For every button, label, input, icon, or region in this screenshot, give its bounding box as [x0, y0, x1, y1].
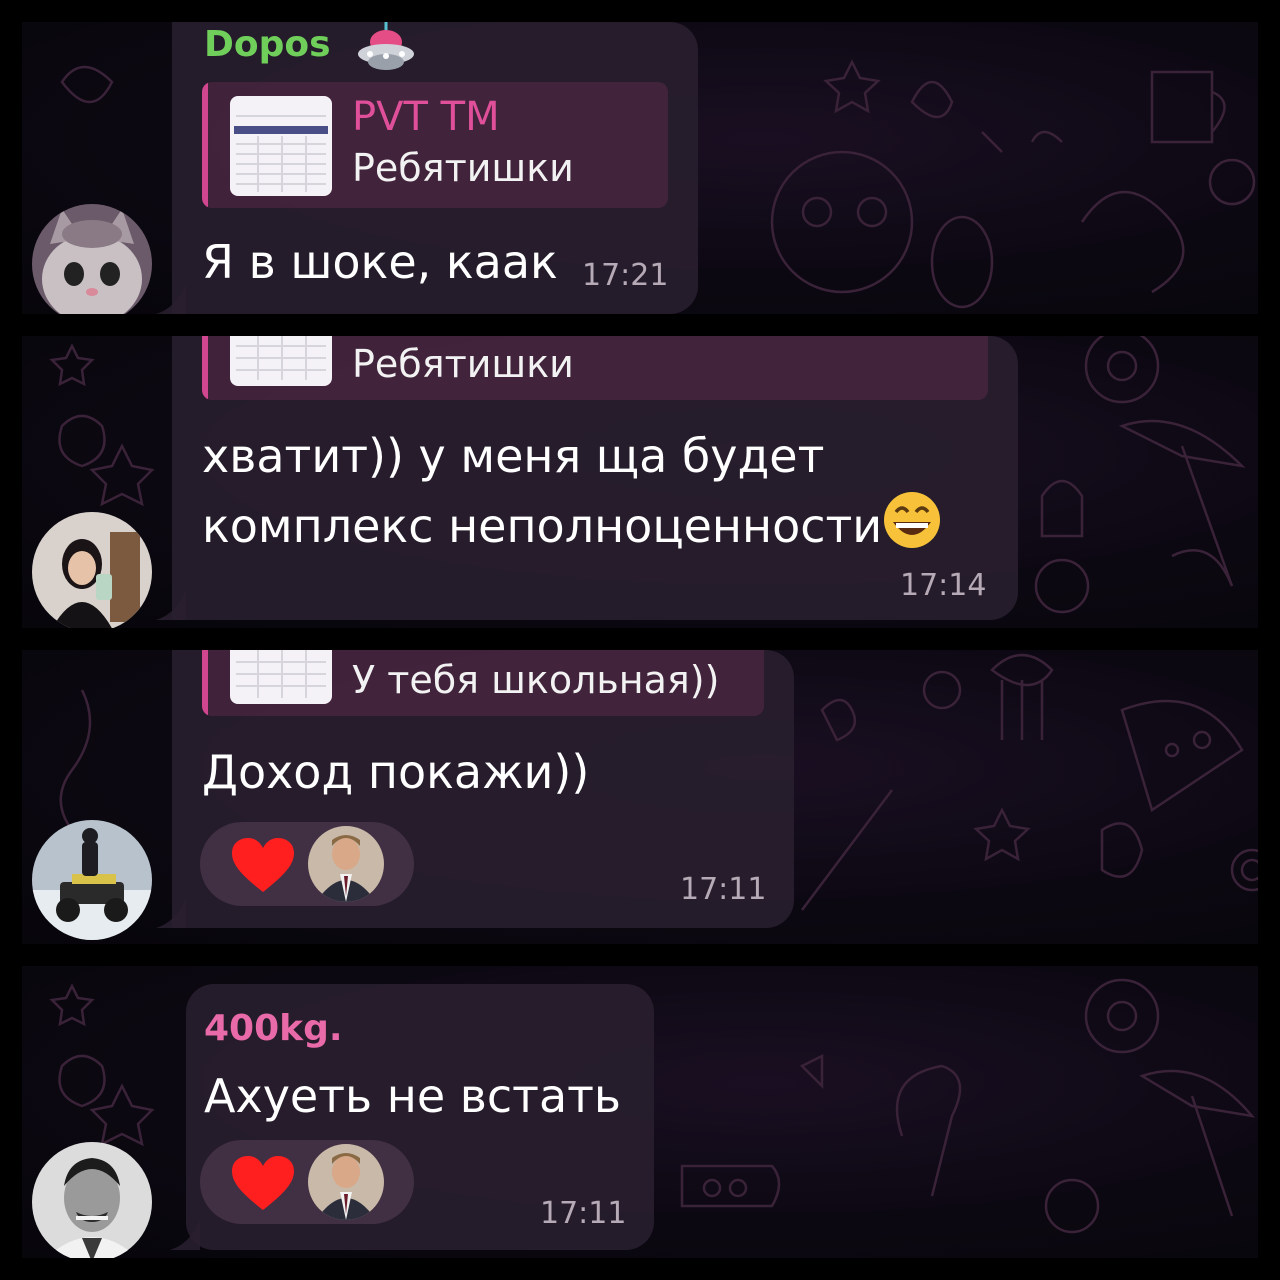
chat-panel-2: Ребятишки хватит)) у меня ща будет компл… [22, 336, 1258, 628]
bubble-tail [156, 284, 186, 314]
message-text: Я в шоке, каак [202, 235, 558, 289]
reply-preview[interactable]: Ребятишки [202, 336, 988, 400]
message-time: 17:14 [900, 568, 987, 603]
table-document-thumbnail [230, 650, 332, 704]
sender-name[interactable]: Dopos [204, 24, 331, 65]
message-text-line-2: комплекс неполноценности [202, 490, 942, 560]
reply-chat-title: PVT TM [352, 94, 500, 140]
kitten-avatar[interactable] [32, 204, 152, 314]
message-text: Ахуеть не встать [204, 1069, 622, 1123]
reply-preview[interactable]: PVT TM Ребятишки [202, 82, 668, 208]
message-time: 17:21 [582, 258, 669, 293]
chat-panel-3: У тебя школьная)) Доход покажи)) 17:11 [22, 650, 1258, 944]
man-in-suit-avatar [308, 826, 384, 902]
message-text-line-1: хватит)) у меня ща будет [202, 429, 825, 483]
reply-accent-bar [202, 82, 208, 208]
reply-accent-bar [202, 650, 208, 716]
message-time: 17:11 [680, 872, 767, 907]
message-text-line-2-text: комплекс неполноценности [202, 499, 883, 553]
bubble-tail [156, 898, 186, 928]
reply-text: У тебя школьная)) [352, 658, 720, 702]
atv-rider-avatar[interactable] [32, 820, 152, 940]
woman-selfie-avatar[interactable] [32, 512, 152, 628]
red-heart-icon [232, 1156, 294, 1210]
reply-accent-bar [202, 336, 208, 400]
ufo-icon [358, 22, 414, 70]
man-in-suit-avatar [308, 1144, 384, 1220]
sender-name[interactable]: 400kg. [204, 1008, 343, 1049]
table-document-thumbnail [230, 96, 332, 196]
bubble-tail [156, 590, 186, 620]
message-time: 17:11 [540, 1196, 627, 1231]
reaction-pill[interactable] [200, 1140, 414, 1224]
chat-panel-1: Dopos PVT TM Ребятишки Я в шоке, каак 17… [22, 22, 1258, 314]
man-bw-portrait-avatar[interactable] [32, 1142, 152, 1258]
chat-panel-4: 400kg. Ахуеть не встать 17:11 [22, 966, 1258, 1258]
grinning-face-icon [884, 492, 941, 548]
reply-text: Ребятишки [352, 146, 574, 190]
bubble-tail [170, 1220, 200, 1250]
reply-preview[interactable]: У тебя школьная)) [202, 650, 764, 716]
reply-text: Ребятишки [352, 342, 574, 386]
table-document-thumbnail [230, 336, 332, 386]
reaction-pill[interactable] [200, 822, 414, 906]
red-heart-icon [232, 838, 294, 892]
message-text: Доход покажи)) [202, 745, 590, 799]
